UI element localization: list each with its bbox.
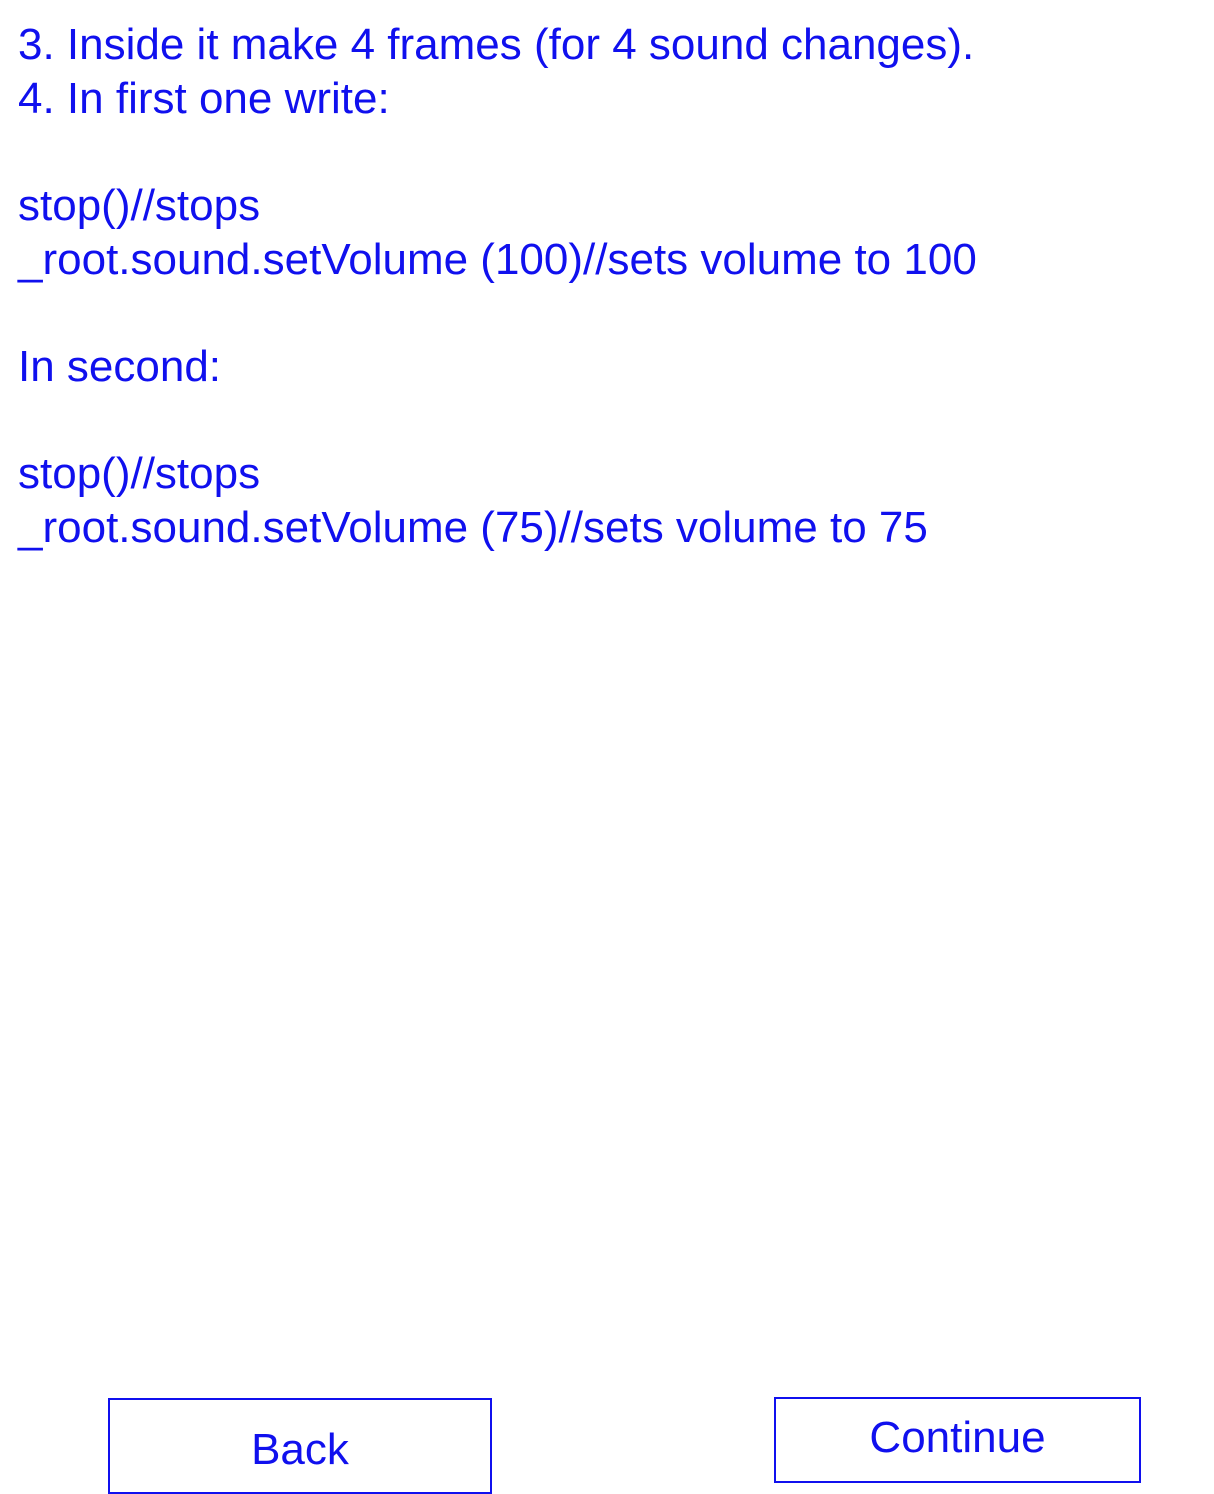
text-line xyxy=(18,125,1214,179)
code-line: _root.sound.setVolume (75)//sets volume … xyxy=(18,501,1214,555)
continue-button[interactable]: Continue xyxy=(774,1397,1141,1483)
text-line xyxy=(18,394,1214,448)
back-button-label: Back xyxy=(251,1425,349,1475)
code-line: stop()//stops xyxy=(18,447,1214,501)
text-line: 4. In first one write: xyxy=(18,72,1214,126)
code-line: _root.sound.setVolume (100)//sets volume… xyxy=(18,233,1214,287)
continue-button-label: Continue xyxy=(869,1413,1045,1463)
code-line: stop()//stops xyxy=(18,179,1214,233)
text-line xyxy=(18,286,1214,340)
text-line: In second: xyxy=(18,340,1214,394)
text-line: 3. Inside it make 4 frames (for 4 sound … xyxy=(18,18,1214,72)
tutorial-text-block: 3. Inside it make 4 frames (for 4 sound … xyxy=(0,0,1214,555)
back-button[interactable]: Back xyxy=(108,1398,492,1494)
